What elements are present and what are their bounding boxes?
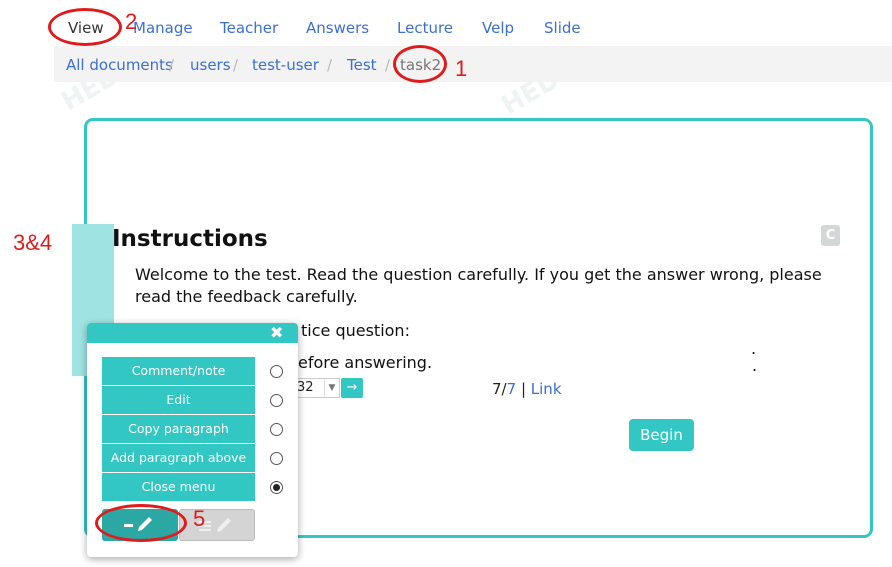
tab-answers[interactable]: Answers bbox=[306, 18, 369, 38]
chevron-down-icon[interactable]: ▼ bbox=[324, 379, 339, 397]
instructions-line-4: efore answering. bbox=[298, 353, 433, 372]
annotation-ring bbox=[48, 8, 122, 46]
pager-current: 7/ bbox=[492, 380, 507, 398]
close-menu-radio[interactable] bbox=[270, 481, 283, 494]
begin-button[interactable]: Begin bbox=[629, 419, 694, 451]
tab-teacher[interactable]: Teacher bbox=[220, 18, 278, 38]
instructions-line-3: tice question: bbox=[301, 321, 410, 340]
instructions-line-2: read the feedback carefully. bbox=[135, 287, 358, 306]
annotation-number: 1 bbox=[455, 56, 468, 81]
breadcrumb-test[interactable]: Test bbox=[347, 56, 377, 74]
annotation-ring bbox=[393, 45, 447, 83]
annotation-number: 3&4 bbox=[13, 230, 53, 255]
tab-manage[interactable]: Manage bbox=[133, 18, 193, 38]
edit-radio[interactable] bbox=[270, 394, 283, 407]
breadcrumb-all-documents[interactable]: All documents bbox=[66, 56, 173, 74]
close-icon[interactable]: ✖ bbox=[270, 324, 283, 342]
pager-separator: | bbox=[520, 380, 526, 398]
breadcrumb-separator: / bbox=[169, 56, 175, 74]
comment-note-button[interactable]: Comment/note bbox=[102, 357, 255, 385]
copy-paragraph-radio[interactable] bbox=[270, 423, 283, 436]
edit-button[interactable]: Edit bbox=[102, 386, 255, 414]
instructions-heading: Instructions bbox=[112, 226, 268, 252]
breadcrumb-separator: / bbox=[385, 56, 391, 74]
breadcrumb-test-user[interactable]: test-user bbox=[252, 56, 319, 74]
tab-velp[interactable]: Velp bbox=[482, 18, 514, 38]
pager-total-link[interactable]: 7 bbox=[507, 380, 517, 398]
corner-badge[interactable]: C bbox=[821, 225, 840, 246]
copy-paragraph-button[interactable]: Copy paragraph bbox=[102, 415, 255, 443]
dot-mark: . bbox=[752, 356, 758, 375]
tab-slide[interactable]: Slide bbox=[544, 18, 581, 38]
breadcrumb-users[interactable]: users bbox=[190, 56, 231, 74]
instructions-line-1: Welcome to the test. Read the question c… bbox=[135, 265, 822, 284]
add-paragraph-above-radio[interactable] bbox=[270, 452, 283, 465]
annotation-number: 5 bbox=[193, 506, 206, 531]
go-arrow-button[interactable]: → bbox=[341, 378, 363, 398]
question-pager: 7/7 | Link bbox=[492, 380, 562, 398]
breadcrumb-separator: / bbox=[233, 56, 239, 74]
question-link[interactable]: Link bbox=[531, 380, 562, 398]
breadcrumb-separator: / bbox=[327, 56, 333, 74]
list-pencil-button[interactable] bbox=[179, 509, 255, 541]
breadcrumb bbox=[54, 46, 892, 82]
close-menu-button[interactable]: Close menu bbox=[102, 473, 255, 501]
popup-header bbox=[87, 323, 298, 343]
annotation-number: 2 bbox=[125, 9, 138, 34]
add-paragraph-above-button[interactable]: Add paragraph above bbox=[102, 444, 255, 472]
comment-note-radio[interactable] bbox=[270, 365, 283, 378]
annotation-ring bbox=[95, 504, 187, 542]
tab-lecture[interactable]: Lecture bbox=[397, 18, 453, 38]
